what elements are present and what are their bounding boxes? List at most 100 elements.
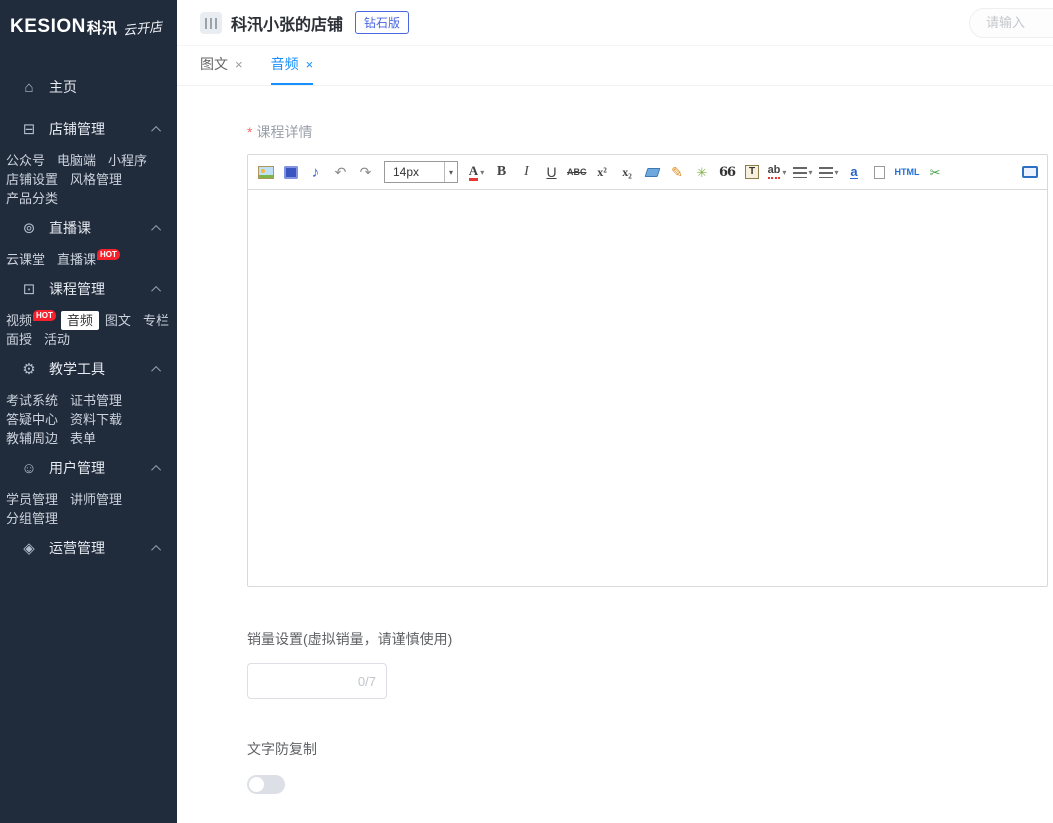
toggle-knob xyxy=(249,777,264,792)
sidebar-subitem[interactable]: 视频HOT xyxy=(0,311,61,330)
course-detail-label: *课程详情 xyxy=(247,122,1053,142)
sidebar-subitem[interactable]: 直播课HOT xyxy=(51,250,125,269)
emoticon-icon[interactable]: ✳ xyxy=(691,160,714,184)
sidebar-subitem-label: 资料下载 xyxy=(70,412,122,427)
hot-badge: HOT xyxy=(97,249,120,260)
format-brush-icon[interactable]: ✎ xyxy=(666,160,689,184)
tab-close-icon[interactable]: × xyxy=(306,57,314,72)
form-content: *课程详情 ♪↶↷ 14px ▾ A▾BIUABCx²x₂✎✳66Tab▾▾▾a… xyxy=(177,86,1053,823)
sidebar-group-shop[interactable]: ⊟ 店铺管理 xyxy=(0,108,177,150)
store-title: 科汛小张的店铺 xyxy=(231,11,343,35)
sidebar-subitem[interactable]: 电脑端 xyxy=(51,151,102,170)
sidebar-subitem-label: 小程序 xyxy=(108,153,147,168)
underline-icon[interactable]: U xyxy=(540,160,563,184)
hot-badge: HOT xyxy=(33,310,56,321)
sidebar: KESION科汛 云开店 ⌂ 主页 ⊟ 店铺管理 公众号电脑端小程序店铺设置风格… xyxy=(0,0,177,823)
subscript-icon[interactable]: x₂ xyxy=(616,160,639,184)
tab-close-icon[interactable]: × xyxy=(235,57,243,72)
logo-script: 云开店 xyxy=(122,16,163,39)
sidebar-subitem[interactable]: 店铺设置 xyxy=(0,170,64,189)
superscript-icon[interactable]: x² xyxy=(591,160,614,184)
sidebar-group-label: 直播课 xyxy=(49,218,154,238)
sidebar-subitem[interactable]: 图文 xyxy=(99,311,137,330)
sidebar-subitem-label: 表单 xyxy=(70,431,96,446)
sidebar-group-tools[interactable]: ⚙ 教学工具 xyxy=(0,348,177,390)
bold-icon[interactable]: B xyxy=(490,160,513,184)
blockquote-icon[interactable]: 66 xyxy=(716,160,739,184)
fullscreen-icon[interactable] xyxy=(1018,160,1041,184)
sidebar-subitem-label: 云课堂 xyxy=(6,252,45,267)
sidebar-subitem[interactable]: 分组管理 xyxy=(0,509,64,528)
sidebar-group-label: 教学工具 xyxy=(49,359,154,379)
sidebar-subitem[interactable]: 专栏 xyxy=(137,311,175,330)
editor-body[interactable] xyxy=(248,190,1047,586)
tab-audio[interactable]: 音频 × xyxy=(271,54,314,85)
sidebar-subitem[interactable]: 公众号 xyxy=(0,151,51,170)
sidebar-subitem-label: 教辅周边 xyxy=(6,431,58,446)
sidebar-menu: ⌂ 主页 ⊟ 店铺管理 公众号电脑端小程序店铺设置风格管理产品分类 ⊚ 直播课 … xyxy=(0,54,177,569)
italic-icon[interactable]: I xyxy=(515,160,538,184)
shop-icon: ⊟ xyxy=(20,120,38,138)
sidebar-subitem[interactable]: 证书管理 xyxy=(64,391,128,410)
caret-down-icon: ▾ xyxy=(809,168,813,177)
sidebar-subitem-label: 视频 xyxy=(6,313,32,328)
copy-protect-toggle[interactable] xyxy=(247,775,285,794)
font-color-icon[interactable]: A▾ xyxy=(465,160,488,184)
live-course-icon: ⊚ xyxy=(20,219,38,237)
undo-icon[interactable]: ↶ xyxy=(329,160,352,184)
new-page-icon[interactable] xyxy=(868,160,891,184)
strikethrough-icon[interactable]: ABC xyxy=(565,160,589,184)
sidebar-subitem-label: 考试系统 xyxy=(6,393,58,408)
sidebar-subitem[interactable]: 面授 xyxy=(0,330,38,349)
copy-protect-label: 文字防复制 xyxy=(247,739,1053,759)
sidebar-group-operations[interactable]: ◈ 运营管理 xyxy=(0,527,177,569)
sales-input[interactable]: 0/7 xyxy=(247,663,387,699)
sidebar-item-home[interactable]: ⌂ 主页 xyxy=(0,66,177,108)
font-size-select[interactable]: 14px ▾ xyxy=(384,161,458,183)
sidebar-subitem[interactable]: 音频 xyxy=(61,311,99,330)
header-search-input[interactable]: 请输入 xyxy=(969,8,1053,38)
sidebar-group-label: 运营管理 xyxy=(49,538,154,558)
sidebar-subitem[interactable]: 表单 xyxy=(64,429,102,448)
eraser-icon[interactable] xyxy=(641,160,664,184)
sidebar-subitem[interactable]: 小程序 xyxy=(102,151,153,170)
paste-text-icon[interactable]: T xyxy=(741,160,764,184)
operations-icon: ◈ xyxy=(20,539,38,557)
top-header: 科汛小张的店铺 钻石版 请输入 xyxy=(177,0,1053,46)
sidebar-group-users[interactable]: ☺ 用户管理 xyxy=(0,447,177,489)
tab-bar: 图文 × 音频 × xyxy=(177,46,1053,86)
ordered-list-icon[interactable]: ▾ xyxy=(791,160,815,184)
font-size-value: 14px xyxy=(393,165,419,179)
insert-audio-icon[interactable]: ♪ xyxy=(304,160,327,184)
html-source-icon[interactable]: HTML xyxy=(893,160,922,184)
cut-icon[interactable]: ✂ xyxy=(924,160,947,184)
sidebar-subitem-label: 产品分类 xyxy=(6,191,58,206)
sidebar-subitem[interactable]: 学员管理 xyxy=(0,490,64,509)
insert-video-icon[interactable] xyxy=(279,160,302,184)
anchor-icon[interactable]: a xyxy=(843,160,866,184)
redo-icon[interactable]: ↷ xyxy=(354,160,377,184)
sidebar-subitem[interactable]: 活动 xyxy=(38,330,76,349)
sidebar-subitem-label: 证书管理 xyxy=(70,393,122,408)
sidebar-subitem-label: 答疑中心 xyxy=(6,412,58,427)
spellcheck-icon[interactable]: ab▾ xyxy=(766,160,789,184)
unordered-list-icon[interactable]: ▾ xyxy=(817,160,841,184)
caret-down-icon: ▾ xyxy=(480,167,484,177)
sidebar-subitem[interactable]: 教辅周边 xyxy=(0,429,64,448)
sidebar-subitem[interactable]: 资料下载 xyxy=(64,410,128,429)
sidebar-item-label: 主页 xyxy=(49,77,161,97)
insert-image-icon[interactable] xyxy=(254,160,277,184)
sidebar-subitem[interactable]: 答疑中心 xyxy=(0,410,64,429)
sidebar-subitem[interactable]: 讲师管理 xyxy=(64,490,128,509)
logo-text: KESION xyxy=(10,16,86,38)
tab-graphic-text[interactable]: 图文 × xyxy=(200,54,243,85)
caret-down-icon: ▾ xyxy=(782,168,786,177)
sidebar-subitem[interactable]: 风格管理 xyxy=(64,170,128,189)
tab-label: 图文 xyxy=(200,54,228,74)
sidebar-subitem[interactable]: 云课堂 xyxy=(0,250,51,269)
tab-label: 音频 xyxy=(271,54,299,74)
sidebar-group-course[interactable]: ⊡ 课程管理 xyxy=(0,268,177,310)
sidebar-group-live[interactable]: ⊚ 直播课 xyxy=(0,207,177,249)
sidebar-subitem[interactable]: 产品分类 xyxy=(0,189,64,208)
sidebar-subitem[interactable]: 考试系统 xyxy=(0,391,64,410)
